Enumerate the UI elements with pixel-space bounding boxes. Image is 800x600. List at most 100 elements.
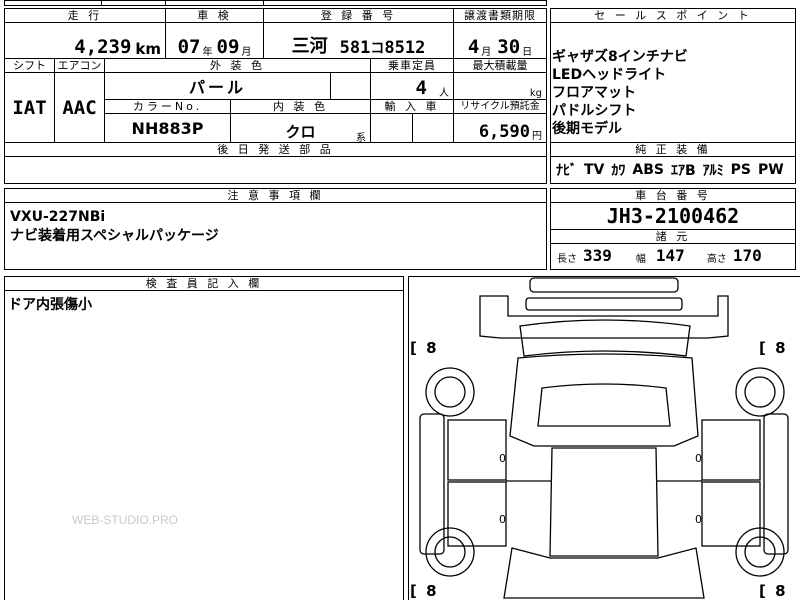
tire-front-left-marker: [ 8 bbox=[410, 339, 437, 357]
watermark: WEB-STUDIO.PRO bbox=[72, 513, 179, 527]
notes-line: VXU-227NBi bbox=[10, 209, 106, 225]
import-label: 輸 入 車 bbox=[370, 99, 454, 114]
max-load-cell: kg bbox=[453, 72, 547, 100]
top-strip-cell-4 bbox=[263, 0, 547, 6]
door-mark: 0 bbox=[499, 452, 506, 465]
mileage-label: 走 行 bbox=[4, 8, 166, 23]
max-load-unit: kg bbox=[529, 88, 542, 99]
recycle-cell: 6,590 円 bbox=[453, 113, 547, 143]
bracket-open: [ bbox=[759, 339, 766, 357]
sales-point-item: パドルシフト bbox=[552, 103, 637, 119]
tire-rear-right-value: 8 bbox=[775, 582, 786, 600]
recycle-label: リサイクル預託金 bbox=[453, 99, 547, 114]
equipment-cell: ﾅﾋﾞ TV ｶﾜ ABS ｴｱB ｱﾙﾐ PS PW bbox=[550, 156, 796, 184]
interior-label: 内 装 色 bbox=[230, 99, 371, 114]
wheel-front-right bbox=[735, 367, 785, 417]
wheel-rear-left bbox=[425, 527, 475, 577]
width-label: 幅 bbox=[635, 254, 646, 265]
sill-right bbox=[763, 413, 789, 555]
later-parts-cell bbox=[4, 156, 547, 184]
roof-strip-2 bbox=[525, 297, 683, 311]
door-front-left bbox=[447, 419, 507, 481]
color-no-cell: NH883P bbox=[104, 113, 231, 143]
recycle-unit: 円 bbox=[532, 131, 542, 142]
length-value: 339 bbox=[583, 246, 612, 265]
equipment-label: 純 正 装 備 bbox=[550, 142, 796, 157]
inspection-cell: 07 年 09 月 bbox=[165, 22, 264, 59]
transfer-month-unit: 月 bbox=[481, 47, 492, 58]
bracket-open: [ bbox=[410, 339, 417, 357]
car-diagram-panel: [ 8 [ 8 [ 8 [ 8 0 0 0 0 bbox=[408, 276, 800, 600]
height-value: 170 bbox=[732, 246, 762, 265]
windshield bbox=[509, 353, 699, 447]
registration-label: 登 録 番 号 bbox=[263, 8, 454, 23]
inspection-year: 07 bbox=[177, 36, 201, 58]
transfer-day-unit: 日 bbox=[522, 47, 533, 58]
dimensions-cell: 長さ 339 幅 147 高さ 170 bbox=[550, 243, 796, 270]
inspection-month: 09 bbox=[216, 36, 240, 58]
capacity-unit: 人 bbox=[439, 88, 449, 99]
top-strip-cell-1 bbox=[4, 0, 102, 6]
transfer-cell: 4 月 30 日 bbox=[453, 22, 547, 59]
inspector-label: 検 査 員 記 入 欄 bbox=[4, 276, 404, 291]
wheel-front-left-inner bbox=[434, 376, 466, 408]
door-rear-left bbox=[447, 481, 507, 547]
equipment-item: TV bbox=[584, 162, 605, 178]
top-strip-cell-2 bbox=[101, 0, 166, 6]
transfer-label: 譲渡書類期限 bbox=[453, 8, 547, 23]
notes-line: ナビ装着用スペシャルパッケージ bbox=[10, 228, 219, 244]
door-front-right bbox=[701, 419, 761, 481]
equipment-item: ｶﾜ bbox=[611, 163, 626, 179]
wheel-rear-left-inner bbox=[434, 536, 466, 568]
registration-cell: 三河 581 コ 8512 bbox=[263, 22, 454, 59]
capacity-label: 乗車定員 bbox=[370, 58, 454, 73]
tire-front-right-value: 8 bbox=[775, 339, 786, 357]
aircon-value: AAC bbox=[62, 96, 97, 119]
bracket-open: [ bbox=[410, 582, 417, 600]
wheel-front-left bbox=[425, 367, 475, 417]
registration-number: 581 bbox=[339, 38, 371, 58]
door-rear-right bbox=[701, 481, 761, 547]
mileage-unit: km bbox=[135, 40, 161, 58]
sales-points-list: ギャザズ8インチナビ LEDヘッドライト フロアマット パドルシフト 後期モデル bbox=[552, 48, 792, 138]
notes-content: VXU-227NBi ナビ装着用スペシャルパッケージ bbox=[10, 208, 219, 246]
bracket-open: [ bbox=[759, 582, 766, 600]
inspection-label: 車 検 bbox=[165, 8, 264, 23]
tire-front-right-marker: [ 8 bbox=[759, 339, 786, 357]
tire-rear-left-marker: [ 8 bbox=[410, 582, 437, 600]
dimensions-label: 諸 元 bbox=[550, 229, 796, 244]
equipment-item: PS bbox=[730, 162, 751, 178]
import-cell-left bbox=[370, 113, 413, 143]
equipment-item: ｱﾙﾐ bbox=[702, 163, 724, 179]
mileage-value: 4,239 bbox=[74, 36, 132, 58]
inspection-month-unit: 月 bbox=[241, 47, 252, 58]
inspection-year-unit: 年 bbox=[202, 47, 213, 58]
chassis-cell: JH3-2100462 bbox=[550, 202, 796, 230]
top-strip-cell-3 bbox=[165, 0, 264, 6]
roof bbox=[549, 447, 659, 557]
mileage-cell: 4,239 km bbox=[4, 22, 166, 59]
sales-point-item: ギャザズ8インチナビ bbox=[552, 49, 688, 65]
color-no-label: カラーNo. bbox=[104, 99, 231, 114]
sales-point-item: 後期モデル bbox=[552, 121, 622, 137]
aircon-label: エアコン bbox=[54, 58, 105, 73]
capacity-cell: 4 人 bbox=[370, 72, 454, 100]
inspector-text: ドア内張傷小 bbox=[8, 297, 92, 313]
capacity-value: 4 bbox=[415, 77, 427, 99]
import-cell-right bbox=[412, 113, 454, 143]
shift-label: シフト bbox=[4, 58, 55, 73]
door-mark: 0 bbox=[695, 513, 702, 526]
exterior-label: 外 装 色 bbox=[104, 58, 371, 73]
tire-rear-right-marker: [ 8 bbox=[759, 582, 786, 600]
equipment-item: PW bbox=[758, 162, 784, 178]
wheel-front-right-inner bbox=[744, 376, 776, 408]
sales-points-label: セ ー ル ス ポ イ ン ト bbox=[550, 8, 796, 23]
shift-cell: IAT bbox=[4, 72, 55, 143]
max-load-label: 最大積載量 bbox=[453, 58, 547, 73]
transfer-day: 30 bbox=[497, 36, 521, 58]
tire-rear-left-value: 8 bbox=[426, 582, 437, 600]
equipment-item: ｴｱB bbox=[670, 163, 696, 179]
interior-suffix: 系 bbox=[356, 133, 366, 143]
door-mark: 0 bbox=[695, 452, 702, 465]
transfer-month: 4 bbox=[467, 36, 480, 58]
